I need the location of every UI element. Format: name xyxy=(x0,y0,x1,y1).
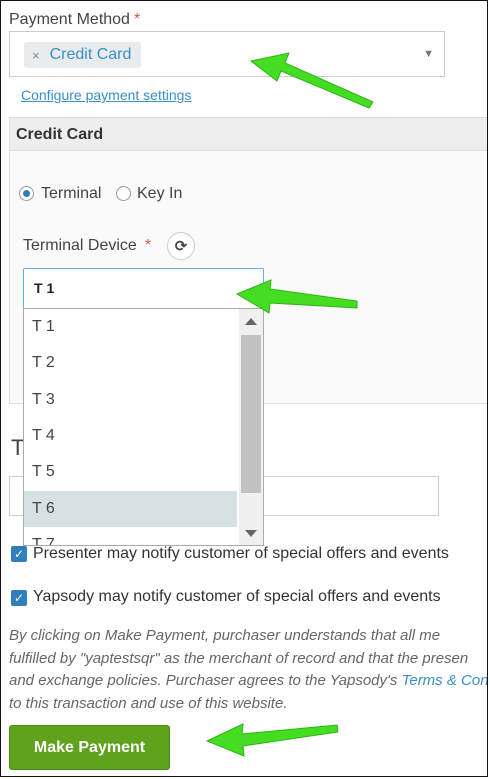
dropdown-scrollbar[interactable] xyxy=(239,309,263,545)
scroll-up-icon[interactable] xyxy=(245,318,257,325)
credit-card-panel-title: Credit Card xyxy=(10,118,487,151)
dropdown-option-t6[interactable]: T 6 xyxy=(24,491,237,527)
radio-key-in-label[interactable]: Key In xyxy=(137,185,182,203)
configure-payment-settings-link[interactable]: Configure payment settings xyxy=(21,87,191,103)
radio-terminal[interactable] xyxy=(19,186,34,201)
terminal-device-dropdown: T 1 T 2 T 3 T 4 T 5 T 6 T 7 xyxy=(23,308,264,546)
payment-method-label-text: Payment Method xyxy=(9,11,130,28)
dropdown-option-t7[interactable]: T 7 xyxy=(24,527,237,545)
checkbox-presenter-notify[interactable]: ✓ xyxy=(11,546,27,562)
terminal-device-label-text: Terminal Device xyxy=(23,237,137,254)
checkbox-presenter-notify-label: Presenter may notify customer of special… xyxy=(33,545,449,562)
dropdown-option-t1[interactable]: T 1 xyxy=(24,309,237,345)
scrollbar-thumb[interactable] xyxy=(241,335,261,493)
chip-label: Credit Card xyxy=(49,46,132,63)
disclaimer-line: fulfilled by "yaptestsqr" as the merchan… xyxy=(9,649,469,667)
dropdown-option-t5[interactable]: T 5 xyxy=(24,454,237,490)
chevron-down-icon[interactable]: ▼ xyxy=(423,48,434,60)
remove-chip-icon[interactable]: × xyxy=(32,48,40,63)
radio-key-in[interactable] xyxy=(116,186,131,201)
disclaimer-line: By clicking on Make Payment, purchaser u… xyxy=(9,627,441,644)
terms-link[interactable]: Terms & Con xyxy=(402,672,487,689)
payment-method-select[interactable]: × Credit Card ▼ xyxy=(9,31,445,77)
checkbox-yapsody-notify[interactable]: ✓ xyxy=(11,590,27,606)
disclaimer-text: and exchange policies. Purchaser agrees … xyxy=(9,672,402,689)
radio-terminal-label[interactable]: Terminal xyxy=(41,185,101,203)
make-payment-button[interactable]: Make Payment xyxy=(9,725,170,770)
disclaimer-line: and exchange policies. Purchaser agrees … xyxy=(9,670,487,693)
required-asterisk: * xyxy=(144,237,152,254)
terminal-device-select[interactable]: T 1 xyxy=(23,268,264,308)
dropdown-option-t3[interactable]: T 3 xyxy=(24,382,237,418)
checkbox-yapsody-notify-label: Yapsody may notify customer of special o… xyxy=(33,588,441,605)
terminal-device-label: Terminal Device * xyxy=(23,237,151,255)
dropdown-option-t4[interactable]: T 4 xyxy=(24,418,237,454)
disclaimer-line: to this transaction and use of this webs… xyxy=(9,694,288,712)
payment-form: Payment Method * × Credit Card ▼ Configur… xyxy=(0,0,488,777)
annotation-arrow-3 xyxy=(205,723,339,757)
purchase-disclaimer: By clicking on Make Payment, purchaser u… xyxy=(9,625,487,715)
dropdown-option-t2[interactable]: T 2 xyxy=(24,345,237,381)
scroll-down-icon[interactable] xyxy=(245,530,257,537)
required-asterisk: * xyxy=(133,11,141,28)
refresh-icon[interactable]: ⟳ xyxy=(167,232,195,260)
payment-method-label: Payment Method * xyxy=(9,11,140,29)
selected-chip-credit-card: × Credit Card xyxy=(24,42,142,68)
